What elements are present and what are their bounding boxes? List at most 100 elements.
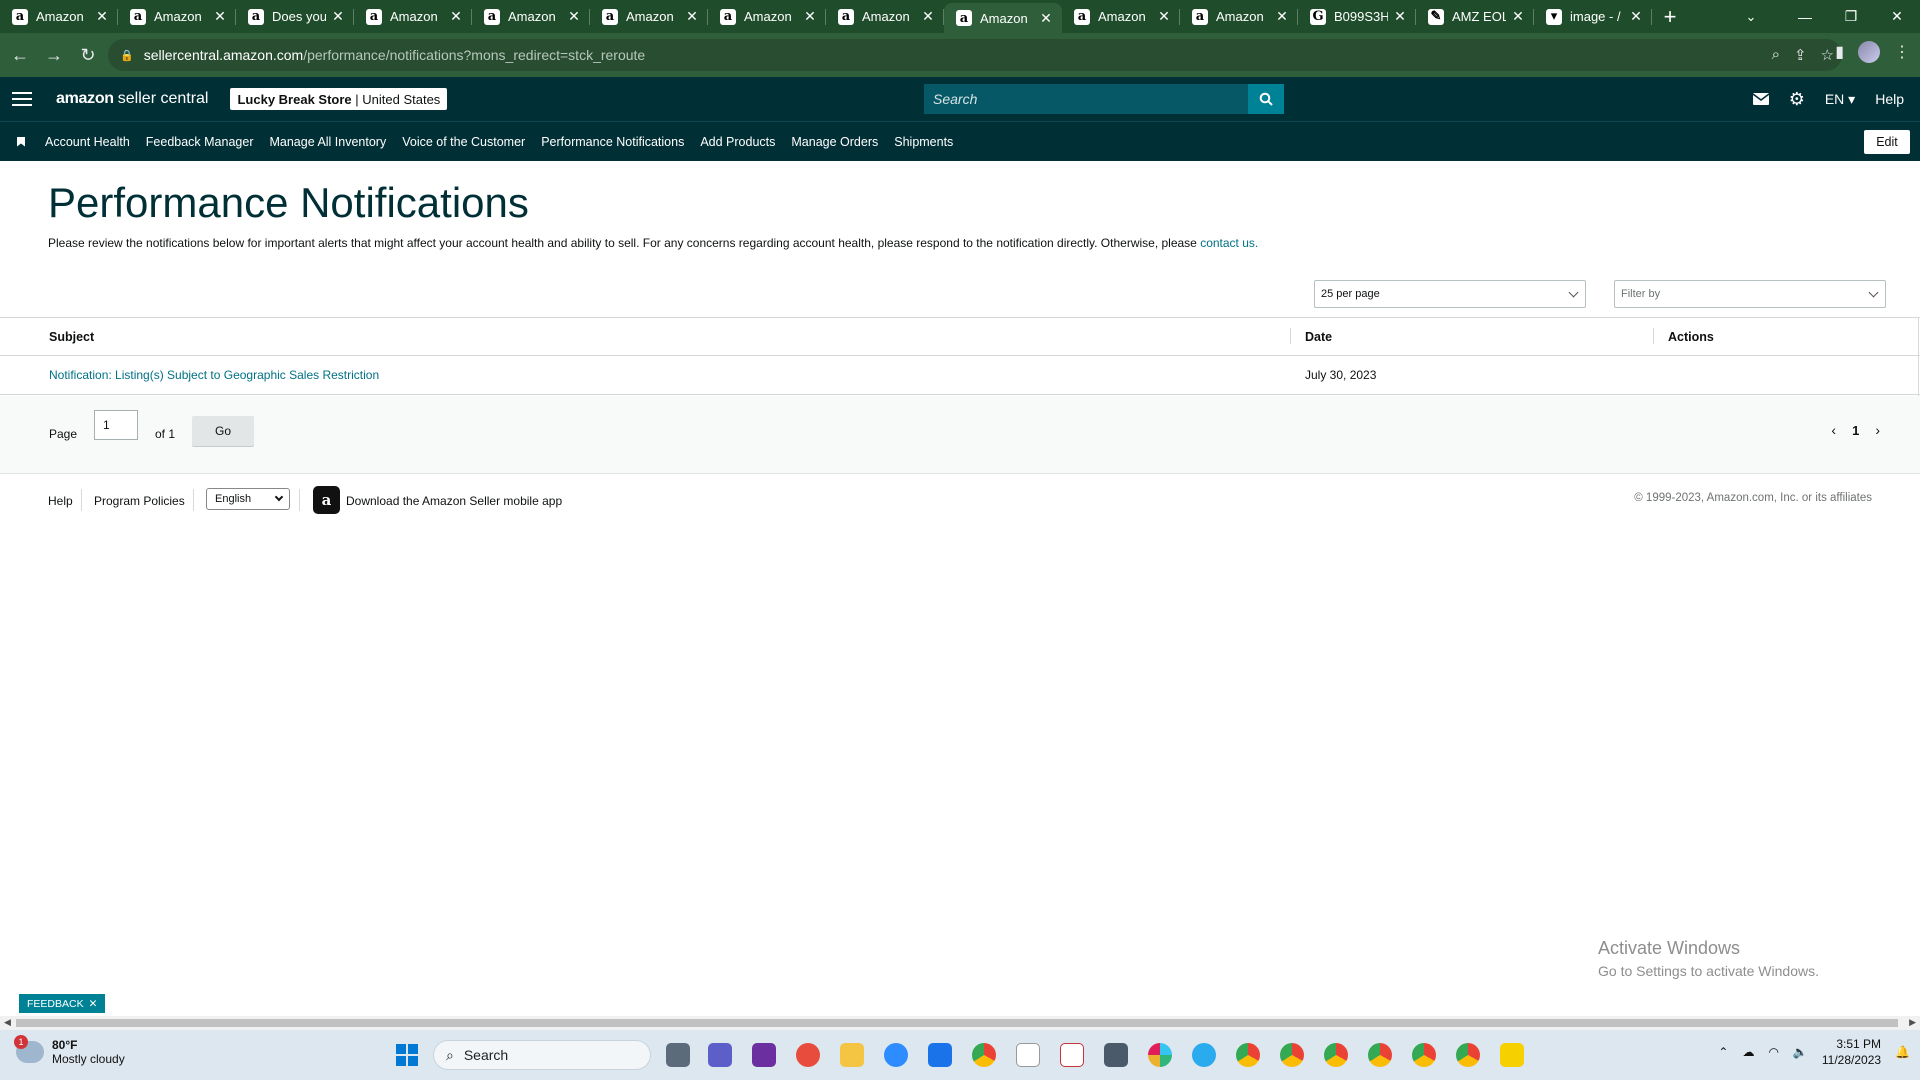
minimize-icon[interactable]: — <box>1782 0 1828 33</box>
nav-performance-notifications[interactable]: Performance Notifications <box>541 135 684 149</box>
lock-icon[interactable]: 🔒 <box>120 49 134 62</box>
file-explorer-icon[interactable] <box>840 1043 864 1067</box>
browser-tab[interactable]: a Amazon ✕ <box>826 0 944 33</box>
tab-close-icon[interactable]: ✕ <box>1274 8 1290 25</box>
tab-close-icon[interactable]: ✕ <box>1510 8 1526 25</box>
tab-search-icon[interactable]: ⌄ <box>1728 0 1774 33</box>
nav-manage-orders[interactable]: Manage Orders <box>791 135 878 149</box>
zoom-app-icon[interactable] <box>884 1043 908 1067</box>
contact-us-link[interactable]: contact us. <box>1200 236 1258 250</box>
browser-tab[interactable]: a Amazon ✕ <box>944 3 1062 33</box>
tab-close-icon[interactable]: ✕ <box>1628 8 1644 25</box>
column-subject[interactable]: Subject <box>49 330 94 344</box>
address-bar[interactable]: 🔒 sellercentral.amazon.com/performance/n… <box>108 39 1842 71</box>
tab-close-icon[interactable]: ✕ <box>566 8 582 25</box>
close-icon[interactable]: ✕ <box>89 998 98 1010</box>
back-icon[interactable]: ← <box>6 41 34 69</box>
browser-menu-icon[interactable]: ⋮ <box>1894 42 1910 62</box>
per-page-select[interactable]: 25 per page <box>1314 280 1586 308</box>
mail-icon[interactable] <box>1752 93 1769 105</box>
teams-icon[interactable] <box>708 1043 732 1067</box>
maximize-icon[interactable]: ❐ <box>1828 0 1874 33</box>
close-window-icon[interactable]: ✕ <box>1874 0 1920 33</box>
bookmark-icon[interactable] <box>17 136 25 147</box>
chrome-icon[interactable] <box>1324 1043 1348 1067</box>
nav-add-products[interactable]: Add Products <box>700 135 775 149</box>
footer-help-link[interactable]: Help <box>48 494 73 508</box>
settings-gear-icon[interactable]: ⚙ <box>1789 89 1805 110</box>
new-tab-icon[interactable]: + <box>1652 4 1688 30</box>
filter-select[interactable]: Filter by <box>1614 280 1886 308</box>
tab-close-icon[interactable]: ✕ <box>1156 8 1172 25</box>
download-app-link[interactable]: Download the Amazon Seller mobile app <box>346 494 562 508</box>
profile-avatar[interactable] <box>1858 41 1880 63</box>
nzxt-icon[interactable] <box>752 1043 776 1067</box>
browser-tab[interactable]: ▾ image - / ✕ <box>1534 0 1652 33</box>
clock[interactable]: 3:51 PM 11/28/2023 <box>1822 1036 1881 1068</box>
sticky-notes-icon[interactable] <box>1500 1043 1524 1067</box>
column-date[interactable]: Date <box>1305 330 1332 344</box>
nav-account-health[interactable]: Account Health <box>45 135 130 149</box>
browser-tab[interactable]: a Amazon ✕ <box>1062 0 1180 33</box>
help-link[interactable]: Help <box>1875 91 1904 107</box>
chrome-icon[interactable] <box>972 1043 996 1067</box>
tab-close-icon[interactable]: ✕ <box>684 8 700 25</box>
browser-tab[interactable]: a Amazon ✕ <box>0 0 118 33</box>
language-selector[interactable]: EN ▾ <box>1825 91 1855 108</box>
tab-close-icon[interactable]: ✕ <box>94 8 110 25</box>
chrome-icon[interactable] <box>1456 1043 1480 1067</box>
app-icon[interactable] <box>796 1043 820 1067</box>
page-number-input[interactable] <box>94 410 138 440</box>
scroll-right-icon[interactable]: ▶ <box>1909 1017 1916 1028</box>
chrome-icon[interactable] <box>1412 1043 1436 1067</box>
search-input[interactable] <box>924 84 1248 114</box>
reload-icon[interactable]: ↻ <box>74 41 102 69</box>
nav-shipments[interactable]: Shipments <box>894 135 953 149</box>
chevron-left-icon[interactable]: ‹ <box>1831 422 1836 438</box>
wifi-icon[interactable]: ◠ <box>1768 1045 1778 1059</box>
feedback-button[interactable]: FEEDBACK ✕ <box>19 994 106 1013</box>
forward-icon[interactable]: → <box>40 41 68 69</box>
chevron-up-icon[interactable]: ⌃ <box>1718 1045 1728 1059</box>
seller-central-logo[interactable]: amazon seller central <box>56 90 208 108</box>
horizontal-scrollbar[interactable]: ◀ ▶ <box>0 1016 1920 1030</box>
browser-tab[interactable]: a Does you ✕ <box>236 0 354 33</box>
tab-close-icon[interactable]: ✕ <box>330 8 346 25</box>
share-icon[interactable]: ⇪ <box>1794 46 1807 64</box>
weather-widget[interactable]: 1 80°F Mostly cloudy <box>14 1035 125 1066</box>
task-view-icon[interactable] <box>666 1043 690 1067</box>
seller-app-icon[interactable]: a <box>313 486 340 514</box>
nav-voice-of-the-customer[interactable]: Voice of the Customer <box>402 135 525 149</box>
tab-close-icon[interactable]: ✕ <box>1038 10 1054 27</box>
chrome-icon[interactable] <box>1280 1043 1304 1067</box>
program-policies-link[interactable]: Program Policies <box>94 494 185 508</box>
go-button[interactable]: Go <box>192 416 254 446</box>
tab-close-icon[interactable]: ✕ <box>212 8 228 25</box>
notifications-icon[interactable]: 🔔 <box>1895 1045 1910 1059</box>
browser-tab[interactable]: a Amazon ✕ <box>354 0 472 33</box>
nav-feedback-manager[interactable]: Feedback Manager <box>146 135 254 149</box>
chrome-icon[interactable] <box>1368 1043 1392 1067</box>
browser-tab[interactable]: a Amazon ✕ <box>590 0 708 33</box>
browser-tab[interactable]: ✎ AMZ EOL ✕ <box>1416 0 1534 33</box>
tab-close-icon[interactable]: ✕ <box>448 8 464 25</box>
scrollbar-thumb[interactable] <box>16 1019 1898 1027</box>
scroll-left-icon[interactable]: ◀ <box>4 1017 11 1028</box>
tab-close-icon[interactable]: ✕ <box>920 8 936 25</box>
onedrive-icon[interactable]: ☁ <box>1742 1045 1754 1059</box>
browser-tab[interactable]: a Amazon ✕ <box>118 0 236 33</box>
calendar-icon[interactable] <box>928 1043 952 1067</box>
telegram-icon[interactable] <box>1192 1043 1216 1067</box>
slack-icon[interactable] <box>1148 1043 1172 1067</box>
volume-icon[interactable]: 🔈 <box>1793 1045 1808 1059</box>
chrome-icon[interactable] <box>1236 1043 1260 1067</box>
taskbar-search[interactable]: ⌕ Search <box>433 1040 651 1070</box>
tab-close-icon[interactable]: ✕ <box>1392 8 1408 25</box>
nav-manage-all-inventory[interactable]: Manage All Inventory <box>269 135 386 149</box>
chevron-right-icon[interactable]: › <box>1875 422 1880 438</box>
calculator-icon[interactable] <box>1104 1043 1128 1067</box>
search-button[interactable] <box>1248 84 1284 114</box>
tab-close-icon[interactable]: ✕ <box>802 8 818 25</box>
edit-button[interactable]: Edit <box>1864 130 1910 154</box>
windows-start-icon[interactable] <box>396 1044 418 1066</box>
